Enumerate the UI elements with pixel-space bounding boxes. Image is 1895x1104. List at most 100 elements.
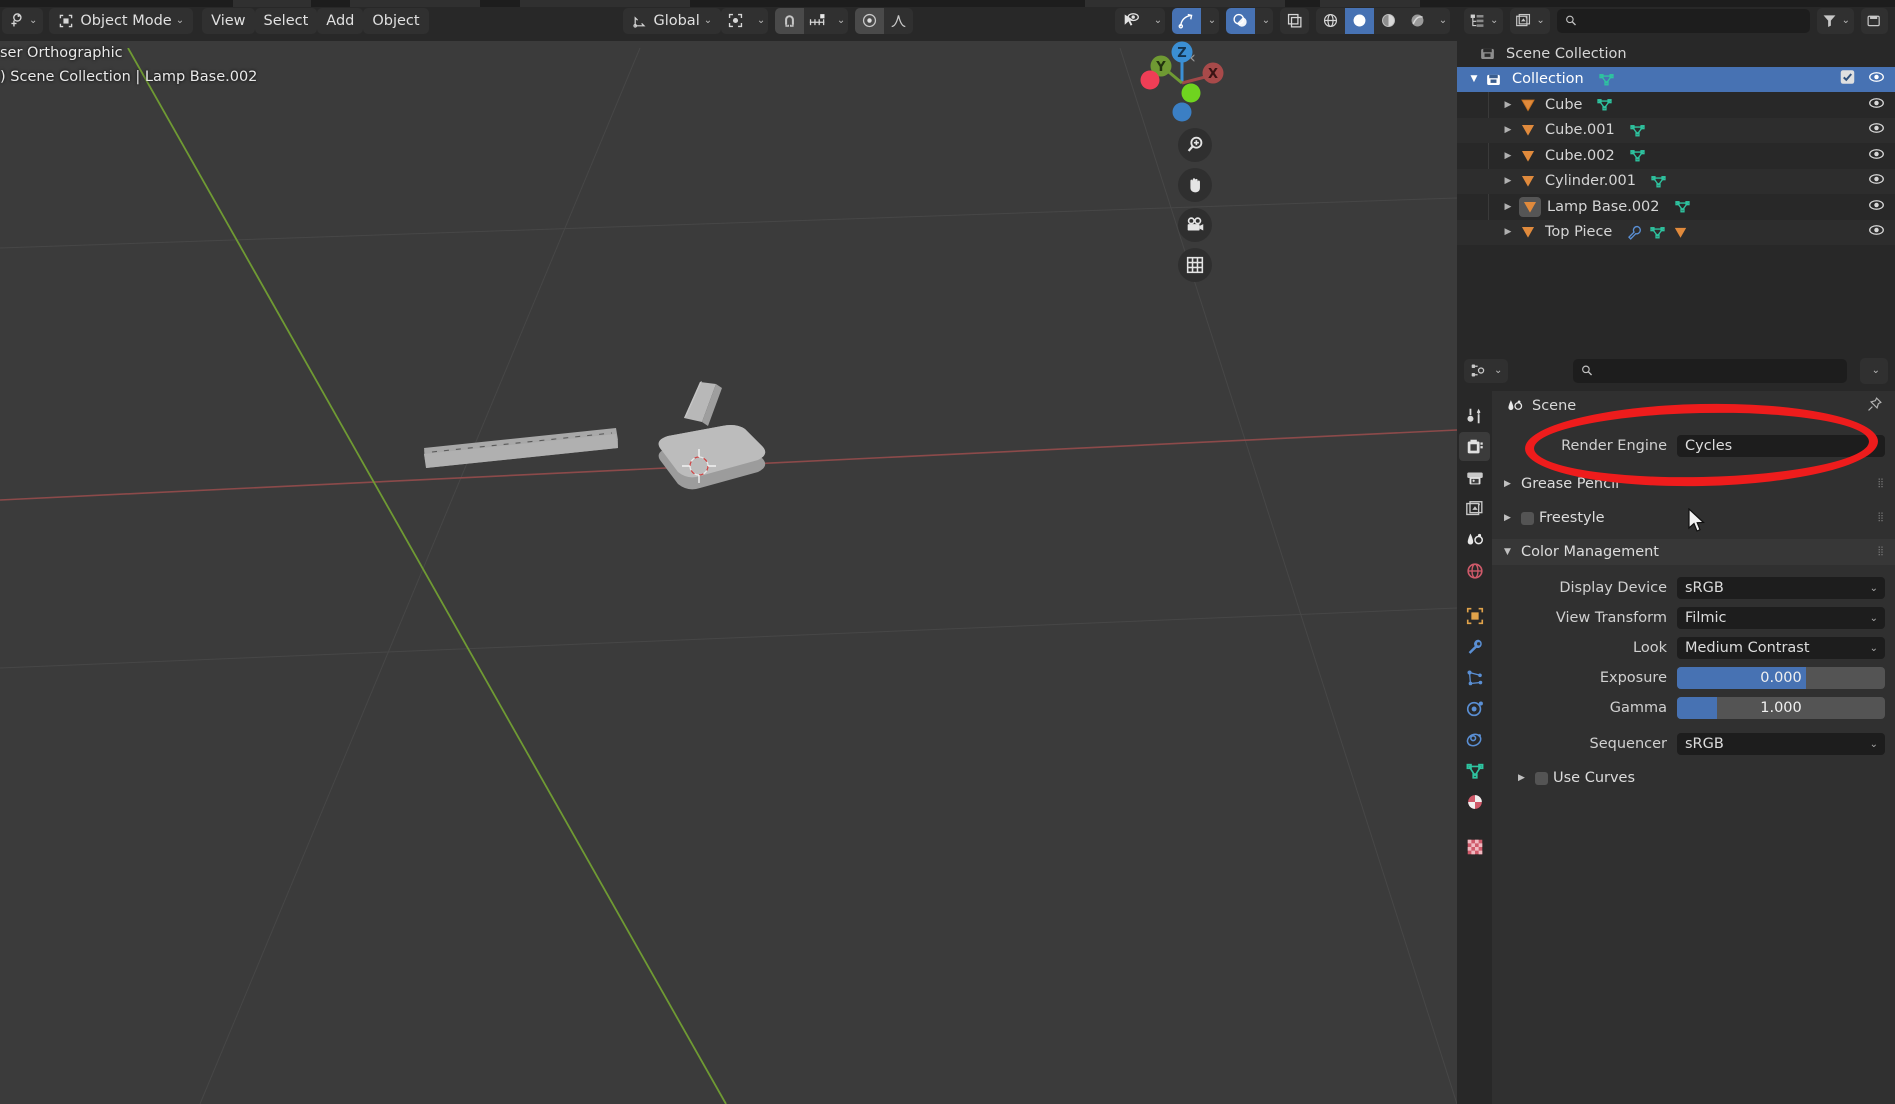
navigation-gizmo-svg[interactable]: Z Y X	[1139, 40, 1225, 126]
proportional-edit-button[interactable]	[855, 7, 885, 34]
outliner-row-top-piece[interactable]: ▶ Top Piece	[1457, 219, 1895, 245]
display-device-row[interactable]: Display Device sRGB ⌄	[1502, 577, 1885, 599]
menu-object[interactable]: Object	[363, 7, 429, 34]
properties-search-input[interactable]	[1599, 362, 1839, 379]
disclosure-triangle-right-icon[interactable]: ▶	[1497, 202, 1519, 212]
toggle-ortho-button[interactable]	[1178, 248, 1212, 282]
interaction-mode-dropdown[interactable]: Object Mode ⌄	[49, 7, 194, 34]
disclosure-triangle-right-icon[interactable]: ▶	[1497, 176, 1519, 186]
tab-output[interactable]	[1459, 463, 1490, 492]
disclosure-triangle-down-icon[interactable]: ▼	[1463, 74, 1485, 84]
properties-search-box[interactable]	[1573, 358, 1847, 383]
overlays-toggle-button[interactable]	[1226, 7, 1255, 34]
shading-wireframe-button[interactable]	[1316, 7, 1345, 34]
tab-world[interactable]	[1459, 556, 1490, 585]
object-visibility-button[interactable]	[1115, 7, 1147, 34]
tab-view-layer[interactable]	[1459, 494, 1490, 523]
overlays-group[interactable]: ⌄	[1226, 7, 1273, 34]
properties-editor[interactable]: ⌄ ⌄ Scene Render Engine Cycles ⌄ ▶ Greas…	[1457, 350, 1895, 1104]
visibility-eye-icon[interactable]	[1868, 222, 1885, 243]
editor-type-button[interactable]: ⌄	[2, 7, 44, 34]
tab-data[interactable]	[1459, 756, 1490, 785]
disclosure-triangle-right-icon[interactable]: ▶	[1518, 773, 1528, 783]
look-row[interactable]: Look Medium Contrast ⌄	[1502, 637, 1885, 659]
viewport-canvas[interactable]	[0, 48, 1457, 1104]
disclosure-triangle-right-icon[interactable]: ▶	[1497, 227, 1519, 237]
properties-options-dropdown[interactable]: ⌄	[1859, 357, 1888, 384]
viewport-shading-group[interactable]: ⌄	[1316, 7, 1450, 34]
render-engine-dropdown[interactable]: Cycles ⌄	[1677, 435, 1885, 457]
pan-button[interactable]	[1178, 168, 1212, 202]
tab-material[interactable]	[1459, 787, 1490, 816]
xray-group[interactable]	[1280, 7, 1309, 34]
pin-icon[interactable]	[1866, 396, 1883, 417]
properties-content[interactable]: Scene Render Engine Cycles ⌄ ▶ Grease Pe…	[1492, 391, 1895, 1104]
snap-target-button[interactable]	[804, 7, 831, 34]
disclosure-triangle-right-icon[interactable]: ▶	[1497, 125, 1519, 135]
outliner-filter-id-button[interactable]: ⌄	[1510, 7, 1550, 34]
visibility-eye-icon[interactable]	[1868, 69, 1885, 90]
outliner-editor[interactable]: ⌄ ⌄ ⌄ Scene Collection ▼ Collection ▶ Cu…	[1457, 0, 1895, 350]
properties-tab-strip[interactable]	[1457, 391, 1492, 1104]
gizmo-dropdown[interactable]: ⌄	[1201, 7, 1219, 34]
zoom-button[interactable]	[1178, 128, 1212, 162]
overlays-dropdown[interactable]: ⌄	[1255, 7, 1273, 34]
shading-material-button[interactable]	[1374, 7, 1403, 34]
gizmo-axis-neg-y[interactable]	[1181, 83, 1201, 103]
tab-physics[interactable]	[1459, 694, 1490, 723]
outliner-display-mode-button[interactable]: ⌄	[1464, 7, 1504, 34]
pivot-point-dropdown[interactable]: ⌄	[750, 7, 769, 34]
panel-drag-dots-icon[interactable]: ⣿	[1877, 547, 1885, 556]
tab-object[interactable]	[1459, 601, 1490, 630]
disclosure-triangle-right-icon[interactable]: ▶	[1504, 479, 1514, 489]
visibility-eye-icon[interactable]	[1868, 94, 1885, 115]
panel-use-curves[interactable]: ▶ Use Curves	[1492, 765, 1895, 791]
shading-rendered-button[interactable]	[1403, 7, 1432, 34]
tab-modifiers[interactable]	[1459, 632, 1490, 661]
proportional-edit-group[interactable]	[855, 7, 914, 34]
sequencer-dropdown[interactable]: sRGB ⌄	[1677, 733, 1885, 755]
display-device-dropdown[interactable]: sRGB ⌄	[1677, 577, 1885, 599]
snap-settings-dropdown[interactable]: ⌄	[830, 7, 849, 34]
outliner-row-cube-002[interactable]: ▶ Cube.002	[1457, 143, 1895, 169]
view-transform-dropdown[interactable]: Filmic ⌄	[1677, 607, 1885, 629]
navigation-gizmo[interactable]: Z Y X	[1139, 40, 1225, 126]
outliner-search-box[interactable]	[1556, 8, 1810, 33]
sequencer-row[interactable]: Sequencer sRGB ⌄	[1502, 733, 1885, 755]
object-visibility-dropdown[interactable]: ⌄	[1147, 7, 1165, 34]
view-transform-row[interactable]: View Transform Filmic ⌄	[1502, 607, 1885, 629]
collection-checkbox[interactable]	[1840, 70, 1855, 89]
tab-tool[interactable]	[1459, 401, 1490, 430]
viewport-nav-buttons[interactable]	[1178, 128, 1212, 282]
xray-toggle-button[interactable]	[1280, 7, 1309, 34]
exposure-row[interactable]: Exposure 0.000	[1502, 667, 1885, 689]
gizmo-group[interactable]: ⌄	[1172, 7, 1219, 34]
outliner-row-lamp-base-002[interactable]: ▶ Lamp Base.002	[1457, 194, 1895, 220]
properties-body[interactable]: Scene Render Engine Cycles ⌄ ▶ Grease Pe…	[1457, 391, 1895, 1104]
outliner-row-scene-collection[interactable]: Scene Collection	[1457, 41, 1895, 67]
snap-toggle-button[interactable]	[775, 7, 805, 34]
shading-dropdown[interactable]: ⌄	[1432, 7, 1450, 34]
gamma-row[interactable]: Gamma 1.000	[1502, 697, 1885, 719]
disclosure-triangle-right-icon[interactable]: ▶	[1497, 151, 1519, 161]
proportional-falloff-button[interactable]	[884, 7, 914, 34]
menu-view[interactable]: View	[202, 7, 255, 34]
camera-view-button[interactable]	[1178, 208, 1212, 242]
disclosure-triangle-right-icon[interactable]: ▶	[1497, 100, 1519, 110]
tab-texture[interactable]	[1459, 832, 1490, 861]
tab-constraints[interactable]	[1459, 725, 1490, 754]
tab-scene[interactable]	[1459, 525, 1490, 554]
shading-solid-button[interactable]	[1345, 7, 1374, 34]
panel-color-management[interactable]: ▼ Color Management ⣿	[1492, 539, 1895, 565]
properties-editor-type-button[interactable]: ⌄	[1464, 358, 1509, 383]
visibility-eye-icon[interactable]	[1868, 171, 1885, 192]
disclosure-triangle-down-icon[interactable]: ▼	[1504, 547, 1514, 557]
pivot-point-group[interactable]: ⌄	[721, 7, 769, 34]
outliner-row-cylinder-001[interactable]: ▶ Cylinder.001	[1457, 168, 1895, 194]
gizmo-toggle-button[interactable]	[1172, 7, 1201, 34]
gizmo-axis-neg-z[interactable]	[1172, 102, 1192, 122]
exposure-slider[interactable]: 0.000	[1677, 667, 1885, 689]
use-curves-checkbox[interactable]	[1535, 771, 1548, 785]
transform-orientation-dropdown[interactable]: Global ⌄	[623, 7, 722, 34]
outliner-object-rows[interactable]: ▶ Cube ▶ Cube.001 ▶ Cube.002 ▶ Cylinder.…	[1457, 92, 1895, 245]
